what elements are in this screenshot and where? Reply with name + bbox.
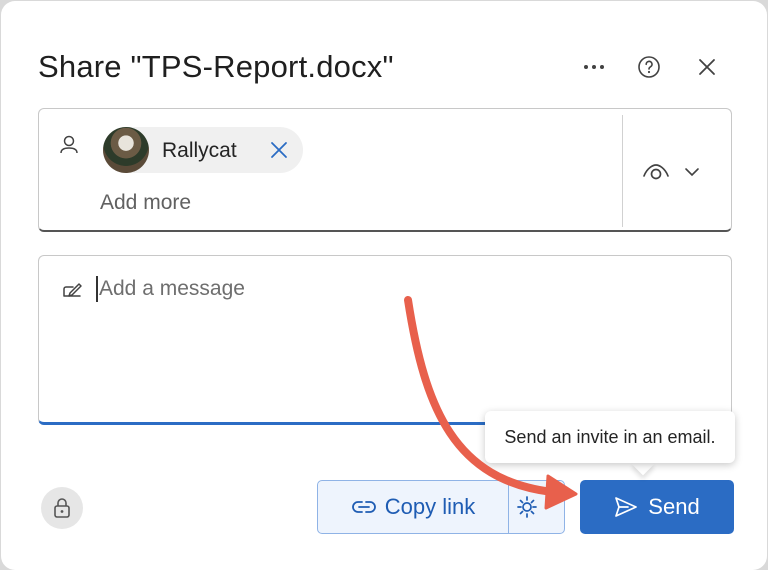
text-caret: [96, 276, 98, 302]
lock-icon: [54, 498, 70, 518]
more-options-button[interactable]: [574, 47, 614, 87]
gear-icon: [517, 496, 537, 518]
person-icon: [60, 135, 78, 154]
help-button[interactable]: [629, 47, 669, 87]
add-more-input[interactable]: Add more: [100, 191, 191, 215]
chevron-down-icon: [685, 168, 699, 177]
message-field[interactable]: Add a message: [38, 255, 732, 425]
dialog-title: Share "TPS-Report.docx": [38, 49, 394, 84]
link-settings-button[interactable]: [514, 493, 540, 526]
split-divider: [508, 481, 509, 533]
close-button[interactable]: [687, 47, 727, 87]
divider: [622, 115, 623, 227]
close-icon: [699, 59, 715, 75]
send-label: Send: [648, 494, 700, 519]
send-tooltip: Send an invite in an email.: [485, 411, 735, 463]
question-circle-icon: [638, 56, 660, 78]
dismiss-icon: [271, 142, 287, 158]
eye-icon: [643, 164, 669, 180]
recipient-chip[interactable]: Rallycat: [103, 127, 303, 173]
compose-icon: [63, 283, 82, 297]
copy-link-group: Copy link: [317, 480, 565, 534]
avatar: [103, 127, 149, 173]
recipients-field[interactable]: Rallycat Add more: [38, 108, 732, 232]
link-icon: [351, 501, 376, 513]
send-icon: [615, 497, 638, 517]
permission-dropdown[interactable]: [642, 155, 716, 189]
send-button[interactable]: Send: [580, 480, 734, 534]
copy-link-label: Copy link: [384, 494, 476, 519]
lock-button[interactable]: [41, 487, 83, 529]
remove-recipient-button[interactable]: [264, 135, 294, 165]
recipient-name: Rallycat: [162, 139, 237, 162]
more-horizontal-icon: [584, 65, 604, 69]
tooltip-text: Send an invite in an email.: [504, 426, 716, 447]
copy-link-button[interactable]: Copy link: [318, 481, 508, 533]
share-dialog: Share "TPS-Report.docx" Rallycat Add mor…: [1, 1, 767, 570]
message-placeholder: Add a message: [99, 277, 245, 300]
